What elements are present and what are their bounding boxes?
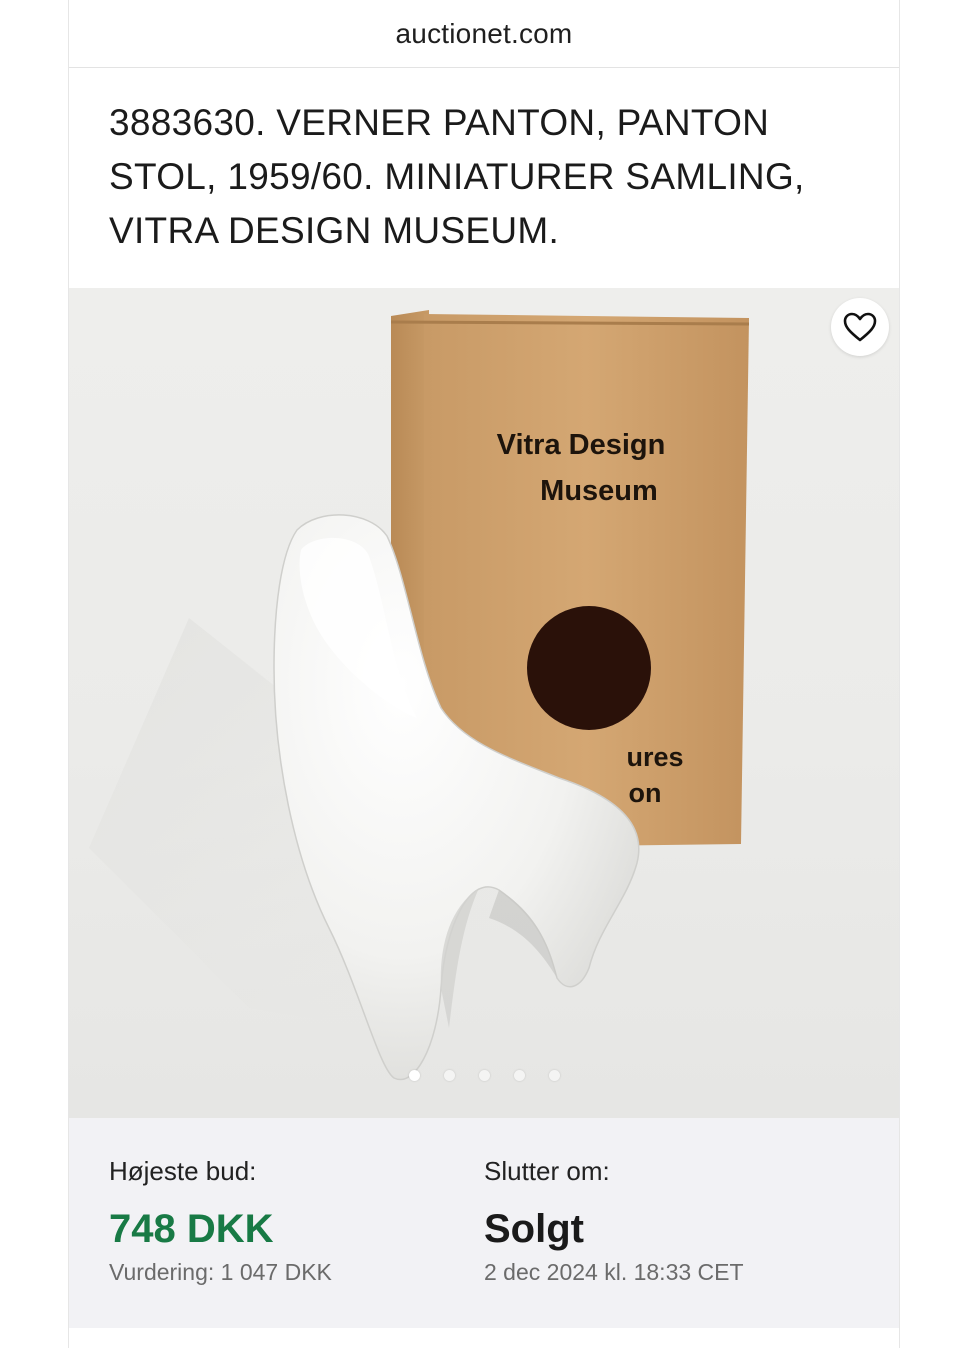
heart-icon	[843, 312, 877, 342]
pagination-dot[interactable]	[513, 1070, 525, 1081]
highest-bid-section: Højeste bud: 748 DKK Vurdering: 1 047 DK…	[109, 1156, 484, 1328]
bid-info-panel: Højeste bud: 748 DKK Vurdering: 1 047 DK…	[69, 1118, 899, 1328]
url-bar[interactable]: auctionet.com	[69, 0, 899, 68]
ends-status: Solgt	[484, 1207, 584, 1251]
page-frame: auctionet.com 3883630. VERNER PANTON, PA…	[68, 0, 900, 1348]
pagination-dot[interactable]	[443, 1070, 455, 1081]
box-text-partial1: ures	[626, 742, 683, 772]
ends-date: 2 dec 2024 kl. 18:33 CET	[484, 1259, 744, 1285]
estimate-value: Vurdering: 1 047 DKK	[109, 1259, 332, 1285]
image-gallery[interactable]: Vitra Design Museum ures on	[69, 288, 899, 1118]
url-text: auctionet.com	[395, 17, 573, 49]
box-text-line2: Museum	[540, 475, 658, 507]
product-photo: Vitra Design Museum ures on	[89, 310, 750, 1081]
box-text-partial2: on	[629, 778, 662, 808]
pagination-dot[interactable]	[548, 1070, 560, 1081]
pagination-dot[interactable]	[408, 1070, 420, 1081]
pagination-dot[interactable]	[478, 1070, 490, 1081]
ends-label: Slutter om:	[484, 1156, 610, 1186]
listing-title: 3883630. VERNER PANTON, PANTON STOL, 195…	[109, 102, 805, 251]
box-text-line1: Vitra Design	[497, 429, 666, 461]
highest-bid-label: Højeste bud:	[109, 1156, 257, 1186]
gallery-pagination	[69, 1070, 899, 1081]
highest-bid-value: 748 DKK	[109, 1207, 274, 1251]
ends-section: Slutter om: Solgt 2 dec 2024 kl. 18:33 C…	[484, 1156, 859, 1328]
favorite-button[interactable]	[831, 298, 889, 356]
